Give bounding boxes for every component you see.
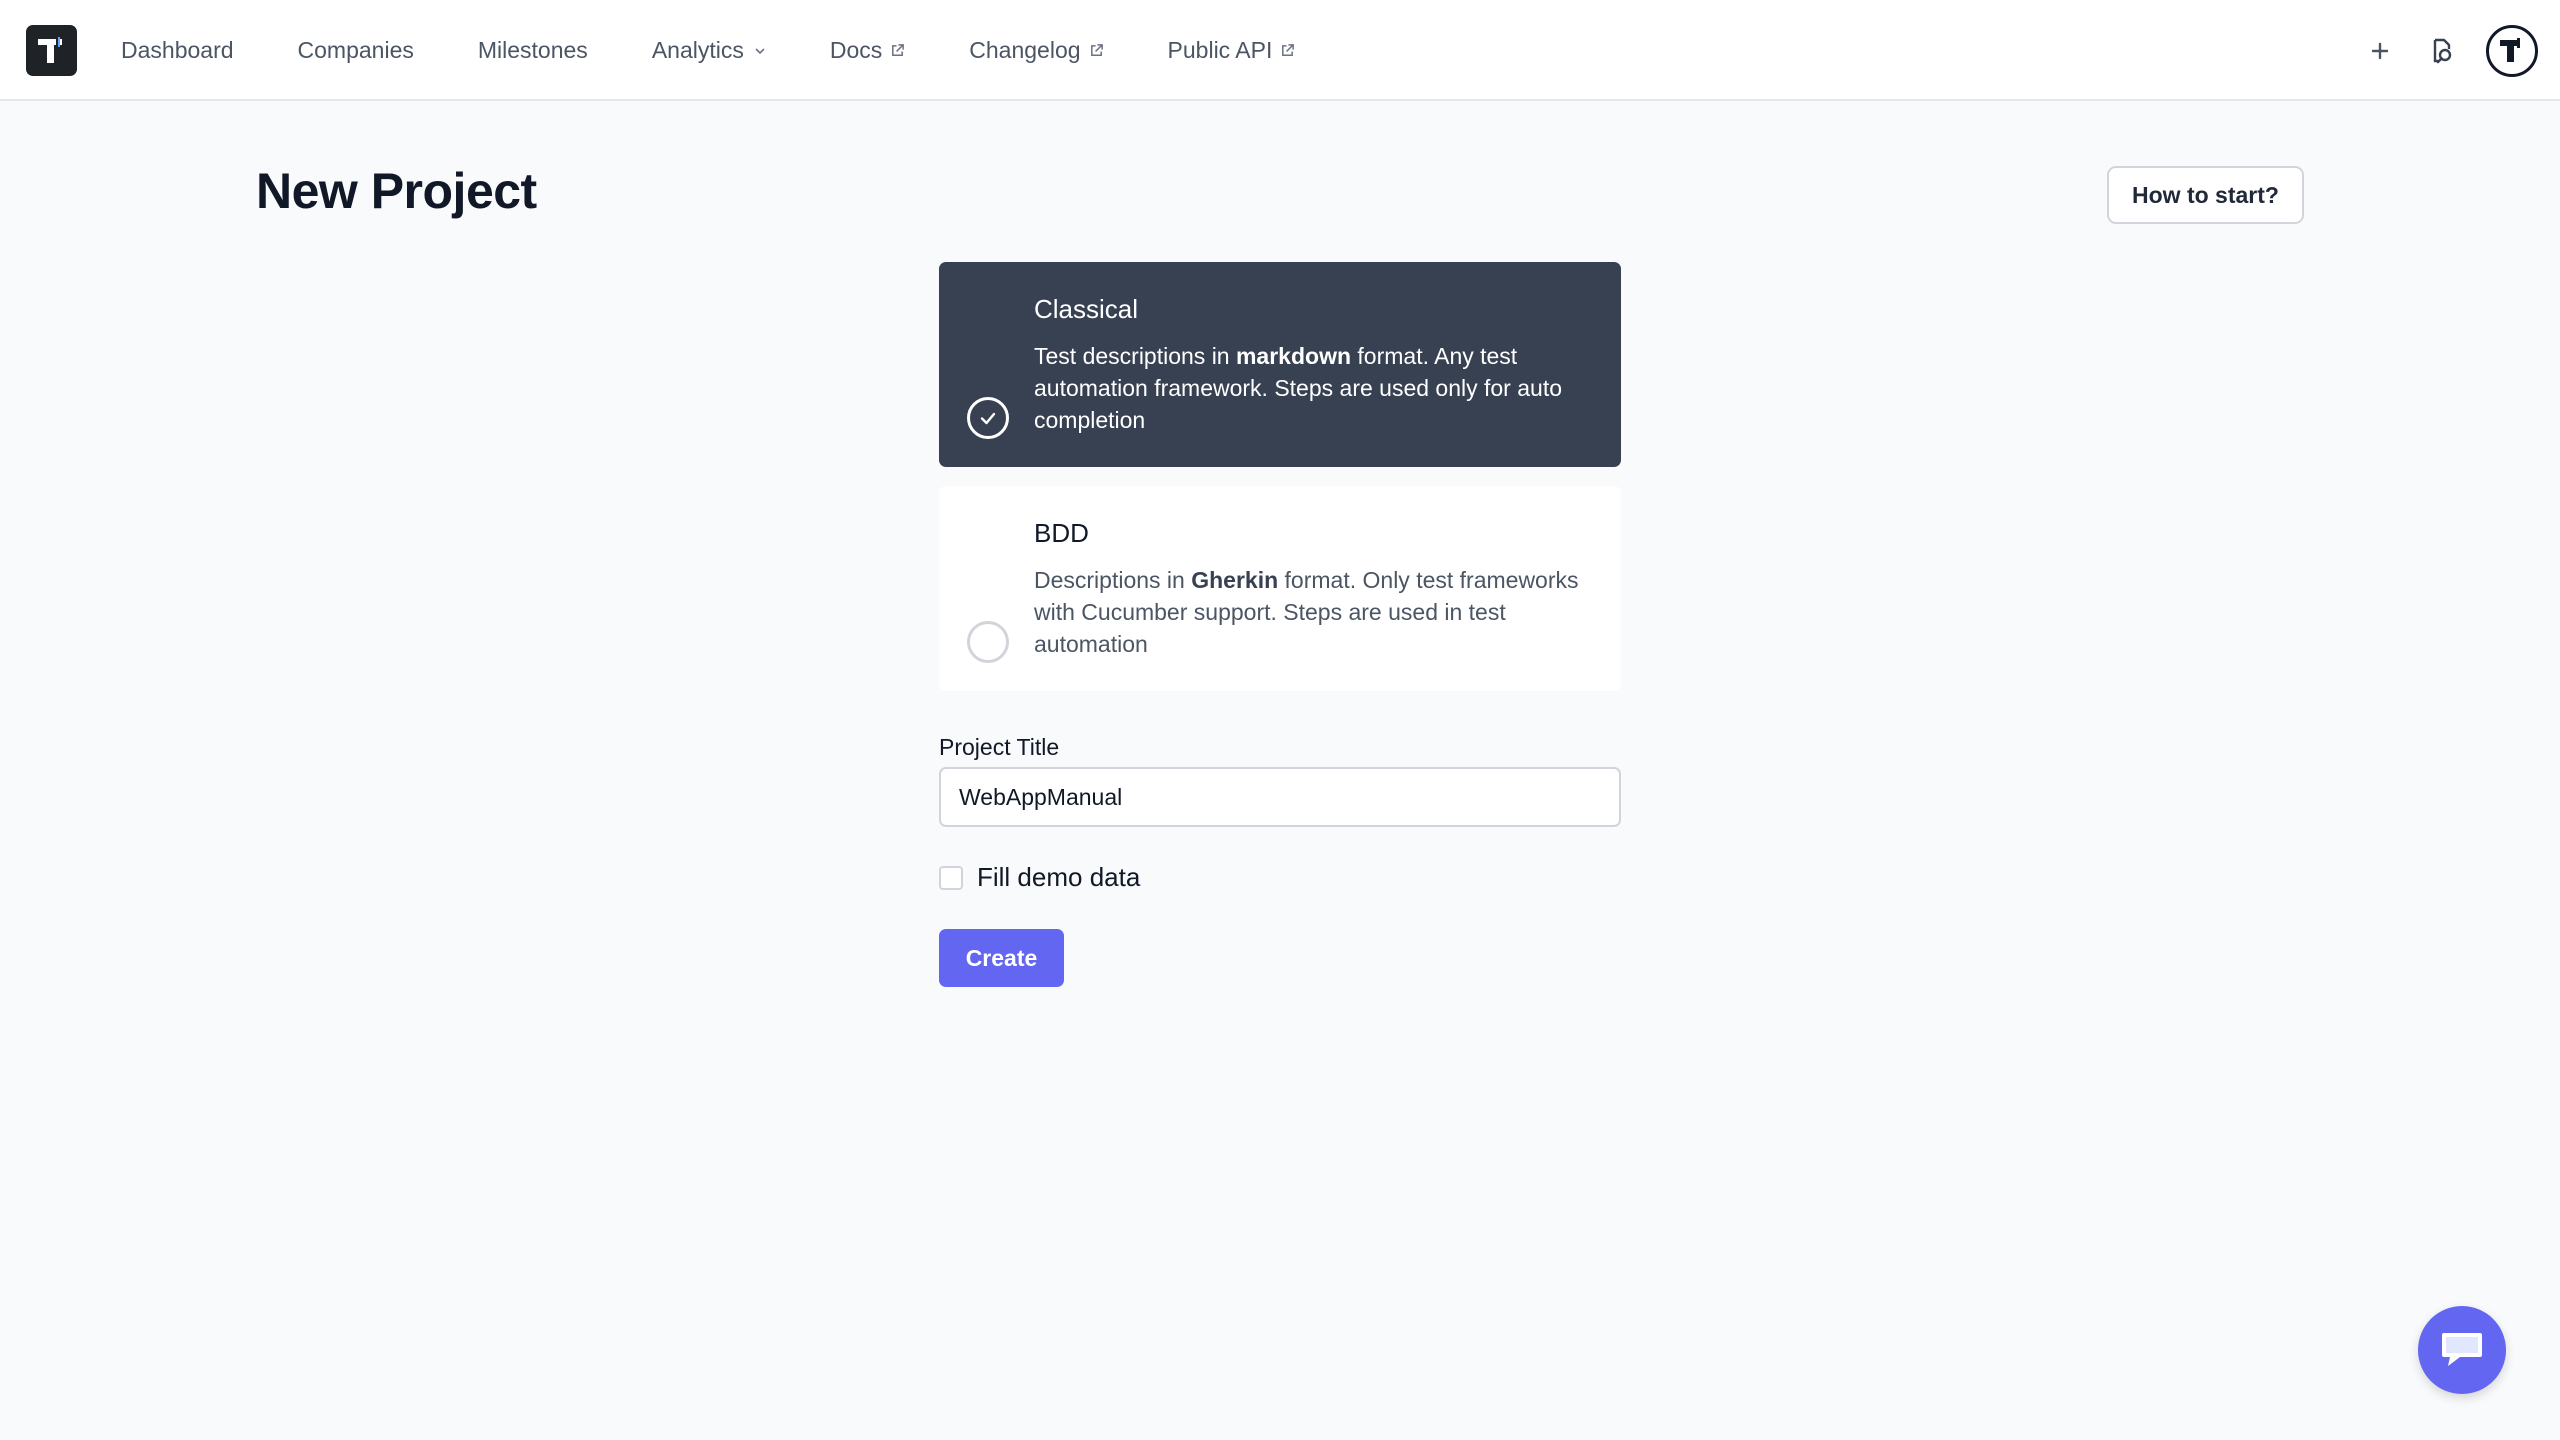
nav-dashboard[interactable]: Dashboard [121, 37, 234, 64]
bdd-description: Descriptions in Gherkin format. Only tes… [1034, 567, 1579, 657]
search-button[interactable] [2422, 31, 2462, 71]
project-type-bdd[interactable]: BDD Descriptions in Gherkin format. Only… [939, 486, 1621, 691]
bdd-title: BDD [1034, 518, 1089, 548]
bdd-radio[interactable] [967, 621, 1009, 663]
nav-docs[interactable]: Docs [830, 37, 905, 64]
nav-actions [2338, 0, 2538, 101]
fill-demo-data-label: Fill demo data [977, 862, 1141, 892]
user-avatar[interactable] [2486, 24, 2538, 77]
nav-companies[interactable]: Companies [298, 37, 414, 64]
plus-icon [2371, 42, 2389, 59]
nav-milestones-label: Milestones [477, 37, 588, 63]
nav-dashboard-label: Dashboard [121, 37, 234, 63]
nav-public-api-label: Public API [1167, 37, 1273, 63]
logo-icon [37, 36, 62, 63]
nav-changelog-label: Changelog [969, 37, 1081, 63]
project-type-classical[interactable]: Classical Test descriptions in markdown … [939, 262, 1621, 467]
classical-title: Classical [1034, 294, 1139, 324]
add-button[interactable] [2360, 31, 2400, 71]
project-title-input[interactable] [939, 767, 1621, 827]
search-icon [2433, 38, 2452, 63]
nav-milestones[interactable]: Milestones [478, 37, 588, 64]
fill-demo-data-checkbox[interactable] [939, 865, 963, 890]
project-title-label: Project Title [939, 734, 1060, 760]
nav-changelog[interactable]: Changelog [969, 37, 1103, 64]
fill-demo-data-option[interactable]: Fill demo data [939, 862, 1140, 893]
classical-description: Test descriptions in markdown format. An… [1034, 343, 1563, 433]
classical-radio[interactable] [967, 397, 1009, 439]
avatar-logo-icon [2500, 37, 2520, 62]
chat-widget-button[interactable] [2418, 1306, 2506, 1394]
page-title: New Project [256, 163, 537, 219]
nav-analytics[interactable]: Analytics [652, 37, 766, 64]
create-button[interactable]: Create [939, 929, 1064, 987]
top-navbar: Dashboard Companies Milestones Analytics… [0, 0, 2560, 101]
external-link-icon [1282, 44, 1295, 56]
nav-companies-label: Companies [297, 37, 414, 63]
check-icon [980, 412, 996, 425]
external-link-icon [892, 44, 905, 56]
chevron-down-icon [755, 47, 765, 54]
app-logo[interactable] [26, 25, 77, 76]
nav-public-api[interactable]: Public API [1168, 37, 1296, 64]
nav-analytics-label: Analytics [651, 37, 744, 63]
external-link-icon [1090, 44, 1103, 56]
chat-icon [2442, 1333, 2482, 1366]
nav-links: Dashboard Companies Milestones Analytics… [121, 0, 1359, 101]
nav-docs-label: Docs [829, 37, 883, 63]
how-to-start-button[interactable]: How to start? [2107, 166, 2304, 224]
